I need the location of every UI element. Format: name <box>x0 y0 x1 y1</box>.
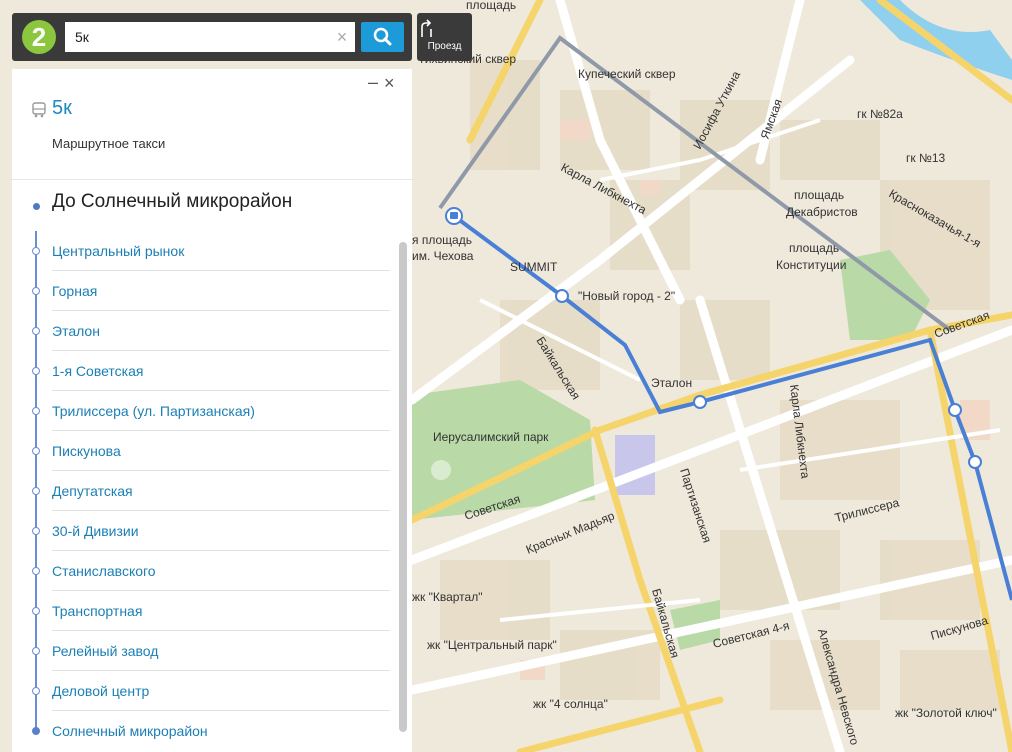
map-label: площадь <box>794 188 844 202</box>
stop-item[interactable]: 30-й Дивизии <box>12 511 412 551</box>
directions-button[interactable]: Проезд <box>417 13 472 61</box>
stop-name: Эталон <box>52 323 100 339</box>
stop-node-icon <box>32 567 40 575</box>
stop-node-icon <box>32 607 40 615</box>
map-label: SUMMIT <box>510 260 558 274</box>
stop-item[interactable]: Транспортная <box>12 591 412 631</box>
search-input[interactable] <box>65 22 355 52</box>
stop-list: Центральный рынок Горная Эталон 1-я Советск… <box>12 231 412 751</box>
stop-name: Пискунова <box>52 443 121 459</box>
stop-item[interactable]: Трилиссера (ул. Партизанская) <box>12 391 412 431</box>
search-icon <box>373 27 392 46</box>
stop-item[interactable]: Релейный завод <box>12 631 412 671</box>
map-label: им. Чехова <box>412 249 474 263</box>
stop-node-icon <box>32 487 40 495</box>
stop-name: Горная <box>52 283 98 299</box>
stop-name: Солнечный микрорайон <box>52 723 208 739</box>
stop-item[interactable]: Депутатская <box>12 471 412 511</box>
stop-name: 30-й Дивизии <box>52 523 139 539</box>
map-label: жк "Центральный парк" <box>427 638 557 652</box>
stop-item[interactable]: Солнечный микрорайон <box>12 711 412 751</box>
stop-item[interactable]: Центральный рынок <box>12 231 412 271</box>
stop-name: Депутатская <box>52 483 133 499</box>
map-label: жк "Квартал" <box>412 590 482 604</box>
map-label: Конституции <box>776 258 846 272</box>
search-button[interactable] <box>361 22 404 52</box>
route-number: 5к <box>52 97 72 119</box>
stop-node-icon <box>32 447 40 455</box>
stop-name: Центральный рынок <box>52 243 185 259</box>
route-type: Маршрутное такси <box>52 136 166 151</box>
map-label: площадь <box>789 241 839 255</box>
stop-name: 1-я Советская <box>52 363 144 379</box>
stop-node-icon <box>32 527 40 535</box>
stop-name: Трилиссера (ул. Партизанская) <box>52 403 255 419</box>
route-direction: До Солнечный микрорайон <box>52 191 293 212</box>
stop-node-icon <box>32 327 40 335</box>
stop-node-icon <box>32 247 40 255</box>
map-label: Иерусалимский парк <box>433 430 549 444</box>
map-label: жк "Золотой ключ" <box>895 706 997 720</box>
route-panel: – × 5к Маршрутное такси До Солнечный мик… <box>12 69 412 752</box>
stop-item[interactable]: Эталон <box>12 311 412 351</box>
stop-name: Деловой центр <box>52 683 150 699</box>
bus-icon <box>32 102 46 118</box>
stop-item[interactable]: Станиславского <box>12 551 412 591</box>
map-label: я площадь <box>412 233 472 247</box>
map-label: площадь <box>466 0 516 12</box>
stop-node-icon <box>32 687 40 695</box>
search-toolbar: 2 × <box>12 13 412 61</box>
stop-item[interactable]: Деловой центр <box>12 671 412 711</box>
stop-node-icon <box>32 287 40 295</box>
stop-name: Релейный завод <box>52 643 159 659</box>
route-header: – × 5к Маршрутное такси <box>12 69 412 180</box>
directions-icon <box>421 19 432 37</box>
logo-text: 2 <box>31 22 47 52</box>
close-icon[interactable]: × <box>384 74 400 92</box>
map-label: Декабристов <box>786 205 858 219</box>
stop-node-icon <box>32 407 40 415</box>
map-label: гк №82а <box>857 107 903 121</box>
map-label: Эталон <box>651 376 692 390</box>
stop-item[interactable]: Пискунова <box>12 431 412 471</box>
map-label: Купеческий сквер <box>578 67 676 81</box>
directions-label: Проезд <box>427 41 462 52</box>
stop-node-icon <box>32 367 40 375</box>
stop-item[interactable]: 1-я Советская <box>12 351 412 391</box>
map-label: жк "4 солнца" <box>533 697 608 711</box>
clear-search-icon[interactable]: × <box>330 22 354 52</box>
scrollbar[interactable] <box>399 242 407 732</box>
stop-name: Станиславского <box>52 563 156 579</box>
map-label: гк №13 <box>906 151 946 165</box>
stop-name: Транспортная <box>52 603 143 619</box>
stop-node-icon <box>32 647 40 655</box>
map-label: "Новый город - 2" <box>578 289 675 303</box>
destination-marker-icon <box>33 203 40 210</box>
stop-item[interactable]: Горная <box>12 271 412 311</box>
logo-2gis[interactable]: 2 <box>22 20 56 54</box>
stop-node-icon <box>32 727 40 735</box>
minimize-icon[interactable]: – <box>368 73 382 92</box>
